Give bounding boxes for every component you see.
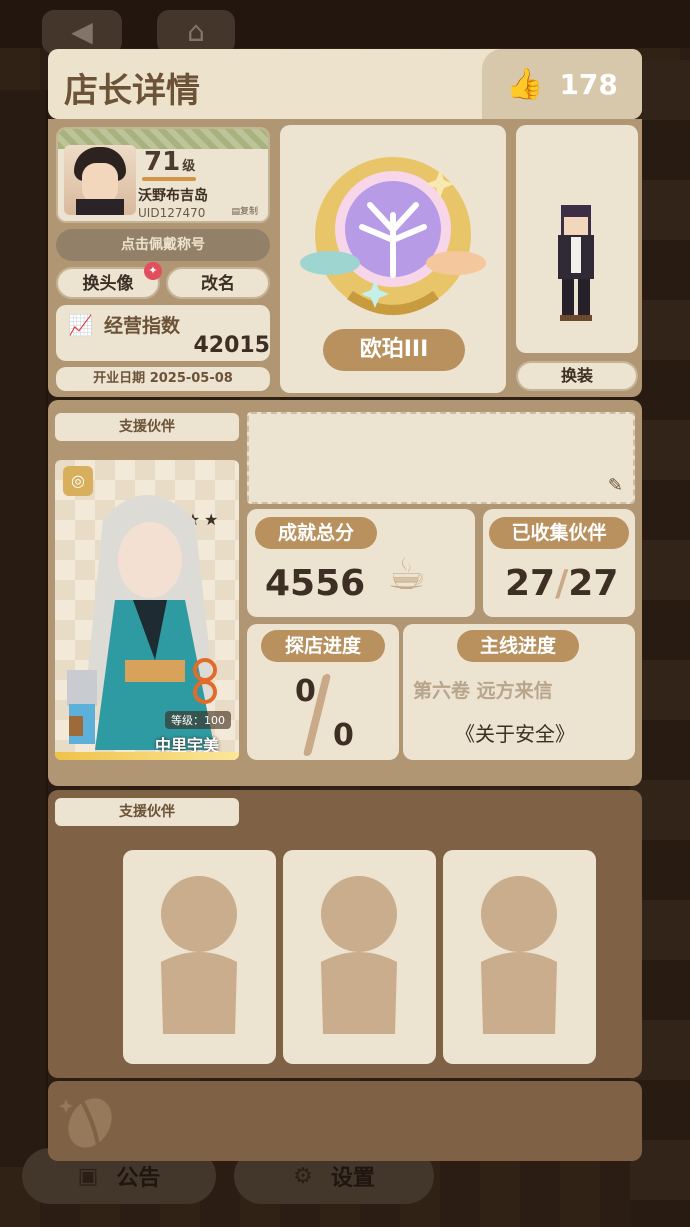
badge-name: 欧珀III	[323, 329, 465, 371]
outfit-button[interactable]: 换装	[516, 361, 638, 391]
collected-label: 已收集伙伴	[489, 517, 629, 549]
support-partner-card[interactable]: ◎ ★★★★ 等级：100 中里宇美	[55, 460, 239, 760]
detail-panel-header: 店长详情 👍 178	[48, 49, 642, 119]
empty-partner-silhouette	[321, 876, 397, 1034]
partner-slot-3[interactable]	[443, 850, 596, 1064]
copy-icon: ▤	[231, 207, 240, 217]
collected-partners-card: 已收集伙伴 27/27	[483, 509, 635, 617]
footer-section	[48, 1081, 642, 1161]
avatar[interactable]	[64, 145, 136, 215]
achievement-card: 成就总分 4556 ☕	[247, 509, 475, 617]
page-title: 店长详情	[64, 71, 200, 111]
mainline-label: 主线进度	[457, 630, 579, 662]
empty-partner-silhouette	[161, 876, 237, 1034]
mainline-progress-card: 主线进度 第六卷 远方来信 《关于安全》	[403, 624, 635, 760]
empty-partner-silhouette	[481, 876, 557, 1034]
level-bar	[142, 177, 196, 181]
mainline-chapter: 第六卷 远方来信	[413, 680, 553, 702]
badge-card[interactable]: 欧珀III	[280, 125, 506, 393]
achievement-value: 4556	[265, 563, 366, 604]
player-name: 沃野布吉岛	[138, 188, 208, 204]
partner-stats-section: 支援伙伴 ◎ ★★★★ 等级：100 中里宇美 ✎ 成就总分 4556 ☕ 已收…	[48, 400, 642, 786]
collected-count: 27/27	[505, 563, 619, 604]
badge-emblem-icon	[300, 157, 486, 315]
chart-icon: 📈	[68, 313, 93, 337]
edit-icon[interactable]: ✎	[608, 475, 623, 496]
support-partners-label: 支援伙伴	[55, 798, 239, 826]
manage-index-value: 42015	[193, 333, 270, 358]
open-date-value: 2025-05-08	[149, 371, 233, 386]
mainline-title: 《关于安全》	[455, 722, 575, 746]
player-uid: UID127470	[138, 206, 206, 220]
explore-top: 0	[295, 674, 316, 709]
coffee-bean-icon	[59, 1098, 112, 1148]
profile-section: 71 级 沃野布吉岛 UID127470 ▤复制 点击佩戴称号 换头像 ✦ 改名 …	[48, 119, 642, 397]
support-partners-section: 支援伙伴	[48, 790, 642, 1078]
support-partner-label: 支援伙伴	[55, 413, 239, 441]
like-count: 178	[559, 67, 618, 101]
profile-card: 71 级 沃野布吉岛 UID127470 ▤复制	[56, 127, 270, 223]
explore-label: 探店进度	[261, 630, 385, 662]
achievement-label: 成就总分	[255, 517, 377, 549]
partner-slot-1[interactable]	[123, 850, 276, 1064]
open-date: 开业日期 2025-05-08	[56, 367, 270, 391]
partner-slot-2[interactable]	[283, 850, 436, 1064]
rename-button[interactable]: 改名	[166, 267, 270, 299]
signature-box[interactable]: ✎	[247, 412, 635, 504]
player-level: 71 级	[144, 147, 196, 177]
notification-dot: ✦	[144, 262, 162, 280]
rarity-bar	[55, 752, 239, 760]
partner-level: 等级：100	[165, 711, 231, 729]
character-sprite	[558, 205, 594, 321]
coffee-beans-icon: ☕	[387, 549, 427, 600]
manage-index-label: 经营指数	[104, 315, 181, 337]
wear-title-button[interactable]: 点击佩戴称号	[56, 229, 270, 261]
copy-uid-button[interactable]: ▤复制	[231, 204, 258, 217]
like-button[interactable]: 👍 178	[482, 49, 642, 119]
explore-progress-card: 探店进度 0 0	[247, 624, 399, 760]
character-sprite-card	[516, 125, 638, 353]
manage-index-card: 📈 经营指数 42015	[56, 305, 270, 361]
explore-bottom: 0	[333, 718, 354, 753]
thumbs-up-icon: 👍	[506, 66, 544, 102]
